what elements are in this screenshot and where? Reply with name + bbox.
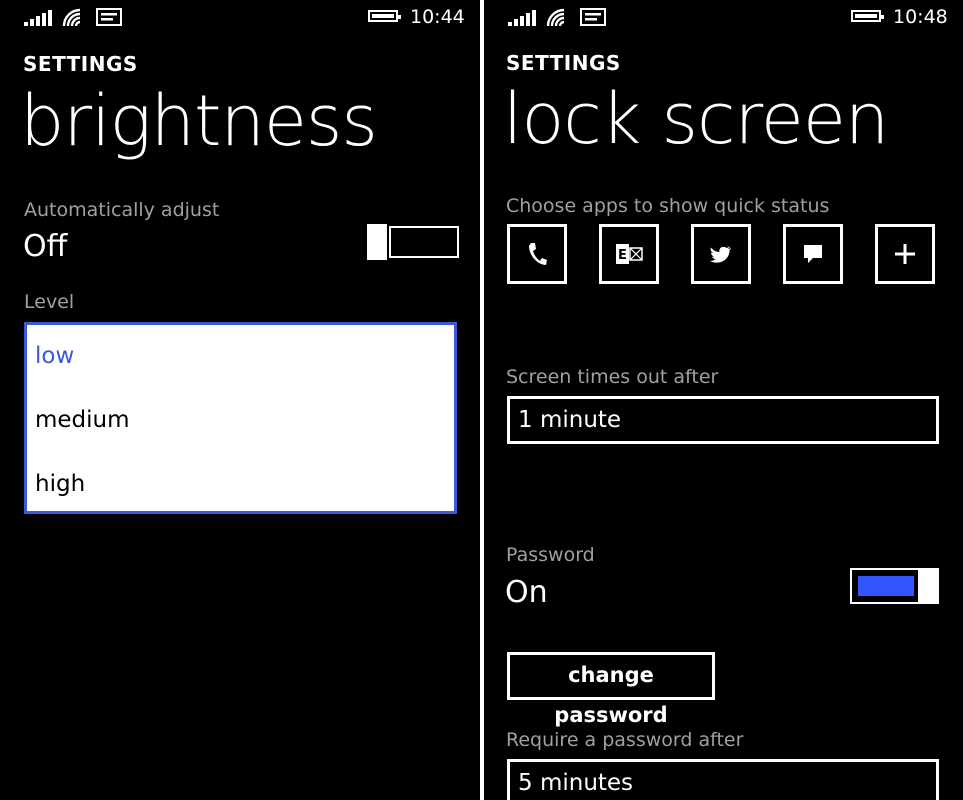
level-option-low[interactable]: low <box>35 343 74 369</box>
quick-status-app-phone[interactable] <box>507 224 567 284</box>
auto-adjust-label: Automatically adjust <box>24 199 220 221</box>
twitter-icon <box>710 246 731 263</box>
toggle-knob <box>920 568 939 604</box>
add-icon <box>895 244 915 264</box>
status-bar: 10:44 <box>0 0 480 36</box>
svg-text:E: E <box>618 248 627 263</box>
require-password-label: Require a password after <box>506 729 744 751</box>
battery-icon <box>851 10 884 22</box>
password-value: On <box>505 575 548 610</box>
notification-center-icon <box>580 8 606 26</box>
quick-status-app-exchange[interactable]: E <box>599 224 659 284</box>
screen-timeout-label: Screen times out after <box>506 366 719 388</box>
password-label: Password <box>506 544 595 566</box>
level-label: Level <box>24 291 75 313</box>
toggle-fill <box>858 576 914 596</box>
notification-center-icon <box>96 8 122 26</box>
status-time: 10:44 <box>410 6 465 28</box>
signal-strength-icon <box>24 10 54 26</box>
exchange-mail-icon: E <box>616 244 643 264</box>
auto-adjust-toggle[interactable] <box>367 224 459 260</box>
battery-icon <box>368 10 401 22</box>
quick-status-app-messaging[interactable] <box>783 224 843 284</box>
status-bar: 10:48 <box>484 0 963 36</box>
password-toggle[interactable] <box>850 568 939 604</box>
toggle-track <box>389 226 459 258</box>
page-title: lock screen <box>503 78 889 160</box>
signal-strength-icon <box>508 10 538 26</box>
level-listbox[interactable]: low medium high <box>24 322 457 514</box>
quick-status-label: Choose apps to show quick status <box>506 195 830 217</box>
lock-screen-settings: 10:48 SETTINGS lock screen Choose apps t… <box>484 0 963 800</box>
level-option-high[interactable]: high <box>35 471 85 497</box>
messaging-icon <box>804 245 822 263</box>
quick-status-add-app[interactable] <box>875 224 935 284</box>
screen-timeout-select[interactable]: 1 minute <box>507 396 939 444</box>
wifi-icon <box>546 8 565 27</box>
change-password-button[interactable]: change password <box>507 652 715 727</box>
brightness-screen: 10:44 SETTINGS brightness Automatically … <box>0 0 480 800</box>
settings-header: SETTINGS <box>506 51 621 75</box>
level-option-medium[interactable]: medium <box>35 407 130 433</box>
settings-header: SETTINGS <box>23 52 138 76</box>
quick-status-app-twitter[interactable] <box>691 224 751 284</box>
toggle-knob <box>367 224 387 260</box>
wifi-icon <box>62 8 81 27</box>
toggle-track <box>850 568 920 604</box>
status-time: 10:48 <box>893 6 948 28</box>
require-password-select[interactable]: 5 minutes <box>507 759 939 800</box>
page-title: brightness <box>20 80 378 162</box>
phone-icon <box>529 243 547 265</box>
auto-adjust-value: Off <box>23 229 68 264</box>
